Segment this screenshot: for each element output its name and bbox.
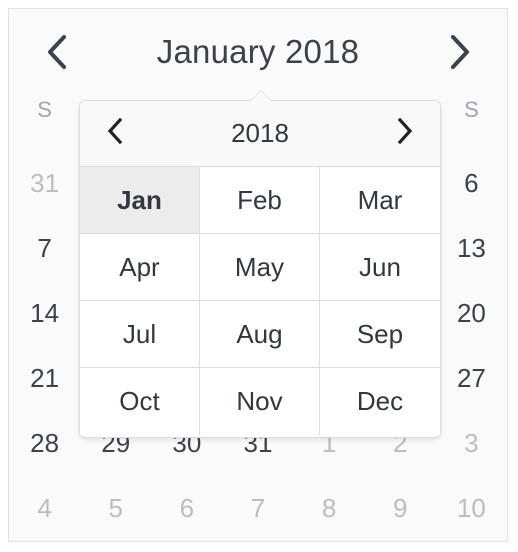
- day-cell[interactable]: 7: [222, 493, 293, 524]
- month-grid: Jan Feb Mar Apr May Jun Jul Aug Sep Oct Nov Dec: [80, 167, 440, 435]
- next-month-button[interactable]: [437, 27, 481, 77]
- month-picker-header: 2018: [80, 101, 440, 167]
- month-cell-nov[interactable]: Nov: [199, 368, 320, 435]
- day-cell[interactable]: 4: [9, 493, 80, 524]
- month-cell-aug[interactable]: Aug: [199, 301, 320, 368]
- day-cell[interactable]: 3: [436, 428, 507, 459]
- month-cell-feb[interactable]: Feb: [199, 167, 320, 234]
- month-cell-dec[interactable]: Dec: [319, 368, 440, 435]
- month-cell-may[interactable]: May: [199, 234, 320, 301]
- day-cell[interactable]: 6: [436, 168, 507, 199]
- year-label[interactable]: 2018: [132, 118, 388, 149]
- day-cell[interactable]: 9: [365, 493, 436, 524]
- week-row: 4 5 6 7 8 9 10: [9, 476, 507, 541]
- weekday-label: S: [37, 97, 52, 122]
- month-cell-oct[interactable]: Oct: [80, 368, 200, 435]
- day-cell[interactable]: 10: [436, 493, 507, 524]
- chevron-right-icon: [448, 34, 470, 70]
- prev-year-button[interactable]: [98, 114, 132, 154]
- day-cell[interactable]: 20: [436, 298, 507, 329]
- datepicker: January 2018 S M T W T F S 3112345678910…: [8, 8, 508, 542]
- month-cell-jun[interactable]: Jun: [319, 234, 440, 301]
- chevron-left-icon: [46, 34, 68, 70]
- month-cell-sep[interactable]: Sep: [319, 301, 440, 368]
- day-cell[interactable]: 6: [151, 493, 222, 524]
- day-cell[interactable]: 14: [9, 298, 80, 329]
- day-cell[interactable]: 21: [9, 363, 80, 394]
- day-cell[interactable]: 8: [294, 493, 365, 524]
- day-cell[interactable]: 27: [436, 363, 507, 394]
- day-cell[interactable]: 7: [9, 233, 80, 264]
- page-title[interactable]: January 2018: [79, 33, 437, 71]
- month-cell-jul[interactable]: Jul: [80, 301, 200, 368]
- day-cell[interactable]: 28: [9, 428, 80, 459]
- next-year-button[interactable]: [388, 114, 422, 154]
- prev-month-button[interactable]: [35, 27, 79, 77]
- day-cell[interactable]: 31: [9, 168, 80, 199]
- day-cell[interactable]: 13: [436, 233, 507, 264]
- weekday-label: S: [464, 97, 479, 122]
- chevron-right-icon: [396, 117, 414, 150]
- chevron-left-icon: [106, 117, 124, 150]
- month-cell-mar[interactable]: Mar: [319, 167, 440, 234]
- day-cell[interactable]: 5: [80, 493, 151, 524]
- month-picker-popup: 2018 Jan Feb Mar Apr May Jun Jul Aug Sep Oct Nov De…: [79, 90, 441, 438]
- month-cell-jan[interactable]: Jan: [80, 167, 200, 234]
- month-cell-apr[interactable]: Apr: [80, 234, 200, 301]
- calendar-header: January 2018: [9, 9, 507, 95]
